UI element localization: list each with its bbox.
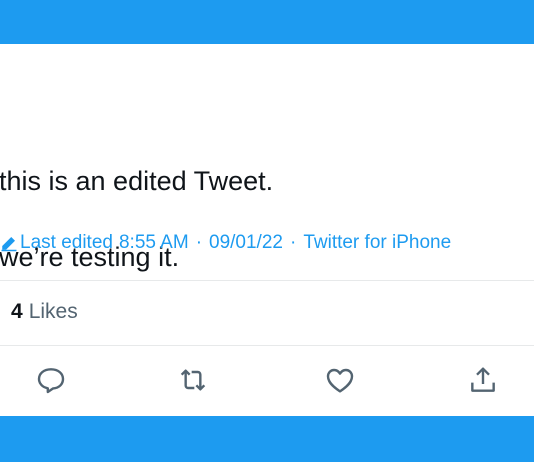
reply-button[interactable]	[31, 362, 71, 402]
tweet-time[interactable]: 8:55 AM	[119, 232, 189, 254]
last-edited-link[interactable]: Last edited	[20, 232, 113, 254]
like-icon	[324, 364, 356, 401]
tweet-line-1: this is an edited Tweet.	[0, 166, 274, 196]
divider	[0, 345, 534, 346]
like-button[interactable]	[320, 362, 360, 402]
tweet-text: this is an edited Tweet. we’re testing i…	[0, 124, 273, 314]
tweet-actions	[0, 362, 534, 402]
share-button[interactable]	[463, 362, 503, 402]
likes-label: Likes	[28, 300, 78, 323]
share-icon	[467, 364, 499, 401]
reply-icon	[35, 364, 67, 401]
retweet-button[interactable]	[173, 362, 213, 402]
likes-count: 4	[11, 300, 23, 323]
pencil-icon	[0, 234, 18, 252]
divider	[0, 280, 534, 281]
tweet-source[interactable]: Twitter for iPhone	[303, 232, 451, 254]
retweet-icon	[177, 364, 209, 401]
tweet-date[interactable]: 09/01/22	[209, 232, 283, 254]
meta-separator: ·	[195, 232, 203, 253]
likes-stat[interactable]: 4 Likes	[11, 300, 78, 324]
tweet-meta: Last edited 8:55 AM · 09/01/22 · Twitter…	[0, 230, 451, 256]
meta-separator: ·	[289, 232, 297, 253]
